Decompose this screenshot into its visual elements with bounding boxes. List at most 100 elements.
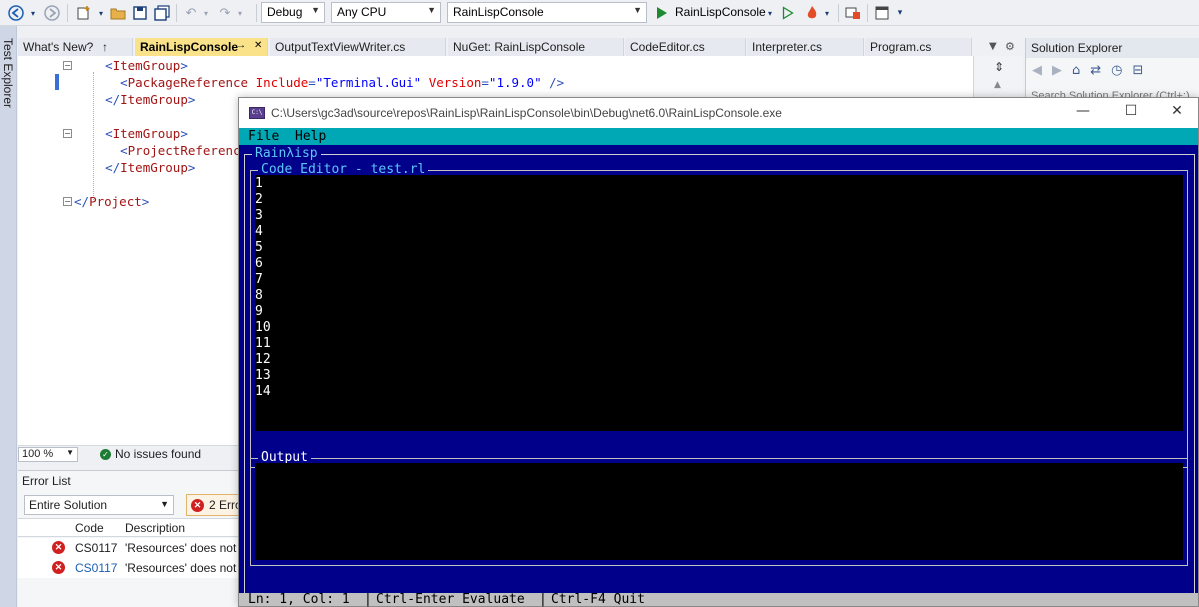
tab-label: Program.cs — [870, 40, 932, 54]
menu-help[interactable]: Help — [295, 129, 326, 144]
line-number: 13 — [255, 368, 271, 383]
minimize-icon[interactable]: — — [1073, 103, 1093, 123]
quit-shortcut[interactable]: Ctrl-F4 Quit — [551, 592, 645, 607]
error-description: 'Resources' does not contain a definitio… — [125, 561, 240, 575]
tab-codeeditor[interactable]: CodeEditor.cs — [625, 38, 746, 56]
chevron-down-icon: ▼ — [160, 499, 169, 509]
platform-select[interactable]: Any CPU ▼ — [331, 2, 441, 23]
code-line: <ItemGroup> — [105, 58, 188, 73]
tab-outputtextviewwriter[interactable]: OutputTextViewWriter.cs — [270, 38, 446, 56]
solution-explorer-title: Solution Explorer — [1026, 38, 1199, 58]
save-icon[interactable] — [130, 3, 150, 23]
chevron-down-icon: ▼ — [427, 5, 436, 15]
code-line: <PackageReference Include="Terminal.Gui"… — [120, 75, 565, 90]
tab-whats-new[interactable]: What's New? ↑ — [18, 38, 133, 56]
close-icon[interactable]: ✕ — [1167, 103, 1187, 123]
check-icon: ✓ — [100, 448, 111, 460]
start-debugging-label[interactable]: RainLispConsole — [675, 5, 766, 19]
error-row[interactable]: ✕ CS0117 'Resources' does not contain a … — [18, 538, 240, 558]
platform-value: Any CPU — [337, 5, 387, 19]
app-frame-title: Rainλisp — [252, 146, 321, 161]
column-header-description[interactable]: Description — [125, 521, 185, 535]
maximize-icon[interactable]: ☐ — [1121, 103, 1141, 123]
error-code[interactable]: CS0117 — [75, 561, 117, 575]
open-folder-icon[interactable] — [108, 3, 128, 23]
undo-dropdown-icon[interactable]: ▾ — [201, 3, 211, 23]
error-row[interactable]: ✕ CS0117 'Resources' does not contain a … — [18, 558, 240, 578]
close-icon[interactable]: ✕ — [254, 40, 262, 51]
scroll-up-icon[interactable]: ▲ — [994, 80, 1001, 90]
back-icon[interactable]: ◀ — [1032, 63, 1042, 78]
browser-link-icon[interactable] — [843, 3, 863, 23]
start-debugging-icon[interactable] — [654, 3, 670, 23]
fold-toggle-icon[interactable]: − — [63, 197, 72, 206]
line-number: 1 — [255, 176, 263, 191]
back-dropdown-icon[interactable]: ▾ — [28, 3, 38, 23]
error-scope-value: Entire Solution — [29, 498, 108, 512]
hot-reload-icon[interactable] — [802, 3, 822, 23]
issues-indicator[interactable]: ✓ No issues found — [100, 447, 201, 461]
menu-file[interactable]: File — [248, 129, 279, 144]
tab-program[interactable]: Program.cs — [865, 38, 972, 56]
chevron-down-icon: ▼ — [633, 5, 642, 15]
back-icon[interactable] — [6, 3, 26, 23]
tab-label: CodeEditor.cs — [630, 40, 705, 54]
error-scope-select[interactable]: Entire Solution ▼ — [24, 495, 174, 515]
history-icon[interactable]: ◷ — [1111, 63, 1122, 78]
split-icon[interactable]: ⇕ — [994, 60, 1004, 74]
new-project-icon[interactable] — [73, 3, 95, 23]
code-editor-textarea[interactable]: 1 2 3 4 5 6 7 8 9 10 11 12 13 14 — [255, 175, 1183, 431]
pin-icon[interactable]: ↑ — [102, 40, 108, 54]
redo-dropdown-icon[interactable]: ▾ — [235, 3, 245, 23]
fold-toggle-icon[interactable]: − — [63, 129, 72, 138]
save-all-icon[interactable] — [152, 3, 172, 23]
fold-toggle-icon[interactable]: − — [63, 61, 72, 70]
tab-interpreter[interactable]: Interpreter.cs — [747, 38, 864, 56]
gear-icon[interactable]: ⚙ — [1005, 40, 1015, 53]
collapse-all-icon[interactable]: ⊟ — [1133, 63, 1144, 78]
line-number: 2 — [255, 192, 263, 207]
line-number: 9 — [255, 304, 263, 319]
main-toolbar: ▾ ▾ ↶ ▾ ↷ ▾ Debug ▼ Any CPU ▼ RainLispCo… — [0, 0, 1199, 26]
layout-icon[interactable] — [872, 3, 892, 23]
toolbar-overflow-icon[interactable]: ▾ — [894, 3, 906, 23]
new-dropdown-icon[interactable]: ▾ — [96, 3, 106, 23]
start-without-debugging-icon[interactable] — [779, 3, 797, 23]
error-icon: ✕ — [52, 541, 65, 554]
error-icon: ✕ — [191, 499, 204, 512]
terminal-status-bar: Ln: 1, Col: 1 | Ctrl-Enter Evaluate | Ct… — [239, 592, 1198, 607]
editor-status-bar: 100 % ▼ ✓ No issues found — [18, 445, 240, 462]
output-textview[interactable] — [255, 463, 1183, 560]
code-line: <ItemGroup> — [105, 126, 188, 141]
undo-icon[interactable]: ↶ — [181, 3, 201, 23]
home-icon[interactable]: ⌂ — [1072, 63, 1080, 78]
tab-nuget[interactable]: NuGet: RainLispConsole — [448, 38, 624, 56]
zoom-select[interactable]: 100 % ▼ — [18, 447, 78, 462]
console-window-title: C:\Users\gc3ad\source\repos\RainLisp\Rai… — [271, 106, 782, 120]
run-dropdown-icon[interactable]: ▾ — [765, 3, 775, 23]
terminal-menu-bar: File Help — [239, 128, 1198, 145]
errors-filter-button[interactable]: ✕ 2 Errors — [186, 494, 246, 516]
solution-explorer-toolbar: ◀ ▶ ⌂ ⇄ ◷ ⊟ — [1032, 63, 1143, 78]
status-divider: | — [539, 592, 547, 607]
forward-icon[interactable]: ▶ — [1052, 63, 1062, 78]
forward-icon[interactable] — [42, 3, 62, 23]
tab-rainlispconsole[interactable]: RainLispConsole → ✕ — [135, 38, 268, 56]
console-title-bar[interactable]: C:\ C:\Users\gc3ad\source\repos\RainLisp… — [239, 98, 1198, 128]
pin-icon[interactable]: → — [236, 40, 246, 51]
redo-icon[interactable]: ↷ — [215, 3, 235, 23]
line-number: 8 — [255, 288, 263, 303]
tab-list-controls: ▼ ⚙ — [985, 38, 1025, 56]
tab-label: RainLispConsole — [140, 40, 239, 54]
line-number: 14 — [255, 384, 271, 399]
configuration-select[interactable]: Debug ▼ — [261, 2, 325, 23]
test-explorer-tab[interactable]: Test Explorer — [1, 38, 15, 108]
change-marker — [55, 74, 59, 90]
switch-views-icon[interactable]: ⇄ — [1090, 63, 1101, 78]
tab-list-dropdown-icon[interactable]: ▼ — [989, 41, 997, 52]
hot-reload-dropdown-icon[interactable]: ▾ — [822, 3, 832, 23]
column-header-code[interactable]: Code — [75, 521, 104, 535]
startup-project-select[interactable]: RainLispConsole ▼ — [447, 2, 647, 23]
configuration-value: Debug — [267, 5, 303, 19]
evaluate-shortcut[interactable]: Ctrl-Enter Evaluate — [376, 592, 525, 607]
